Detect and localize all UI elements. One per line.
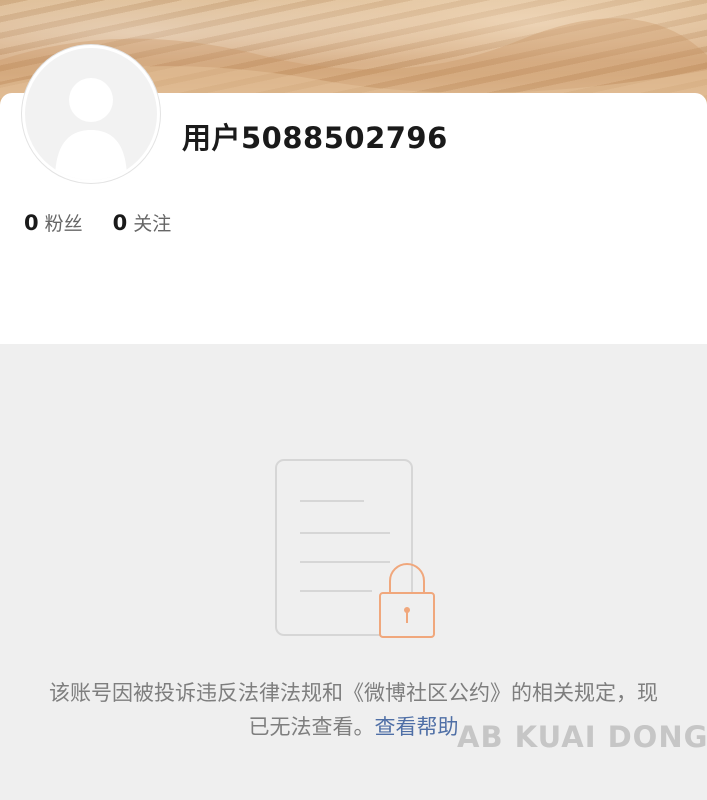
profile-stats: 0 粉丝 0 关注 <box>24 209 171 239</box>
username: 用户5088502796 <box>182 121 448 155</box>
followers-label: 粉丝 <box>44 213 83 235</box>
default-user-avatar-icon <box>55 78 127 180</box>
following-count: 0 <box>112 211 128 235</box>
help-link[interactable]: 查看帮助 <box>375 715 459 739</box>
following-label: 关注 <box>133 213 172 235</box>
followers-stat[interactable]: 0 粉丝 <box>24 209 83 236</box>
avatar[interactable] <box>22 45 160 183</box>
following-stat[interactable]: 0 关注 <box>113 209 172 236</box>
followers-count: 0 <box>24 211 39 235</box>
watermark: AB KUAI DONG <box>457 720 707 754</box>
locked-document-icon <box>275 459 435 638</box>
